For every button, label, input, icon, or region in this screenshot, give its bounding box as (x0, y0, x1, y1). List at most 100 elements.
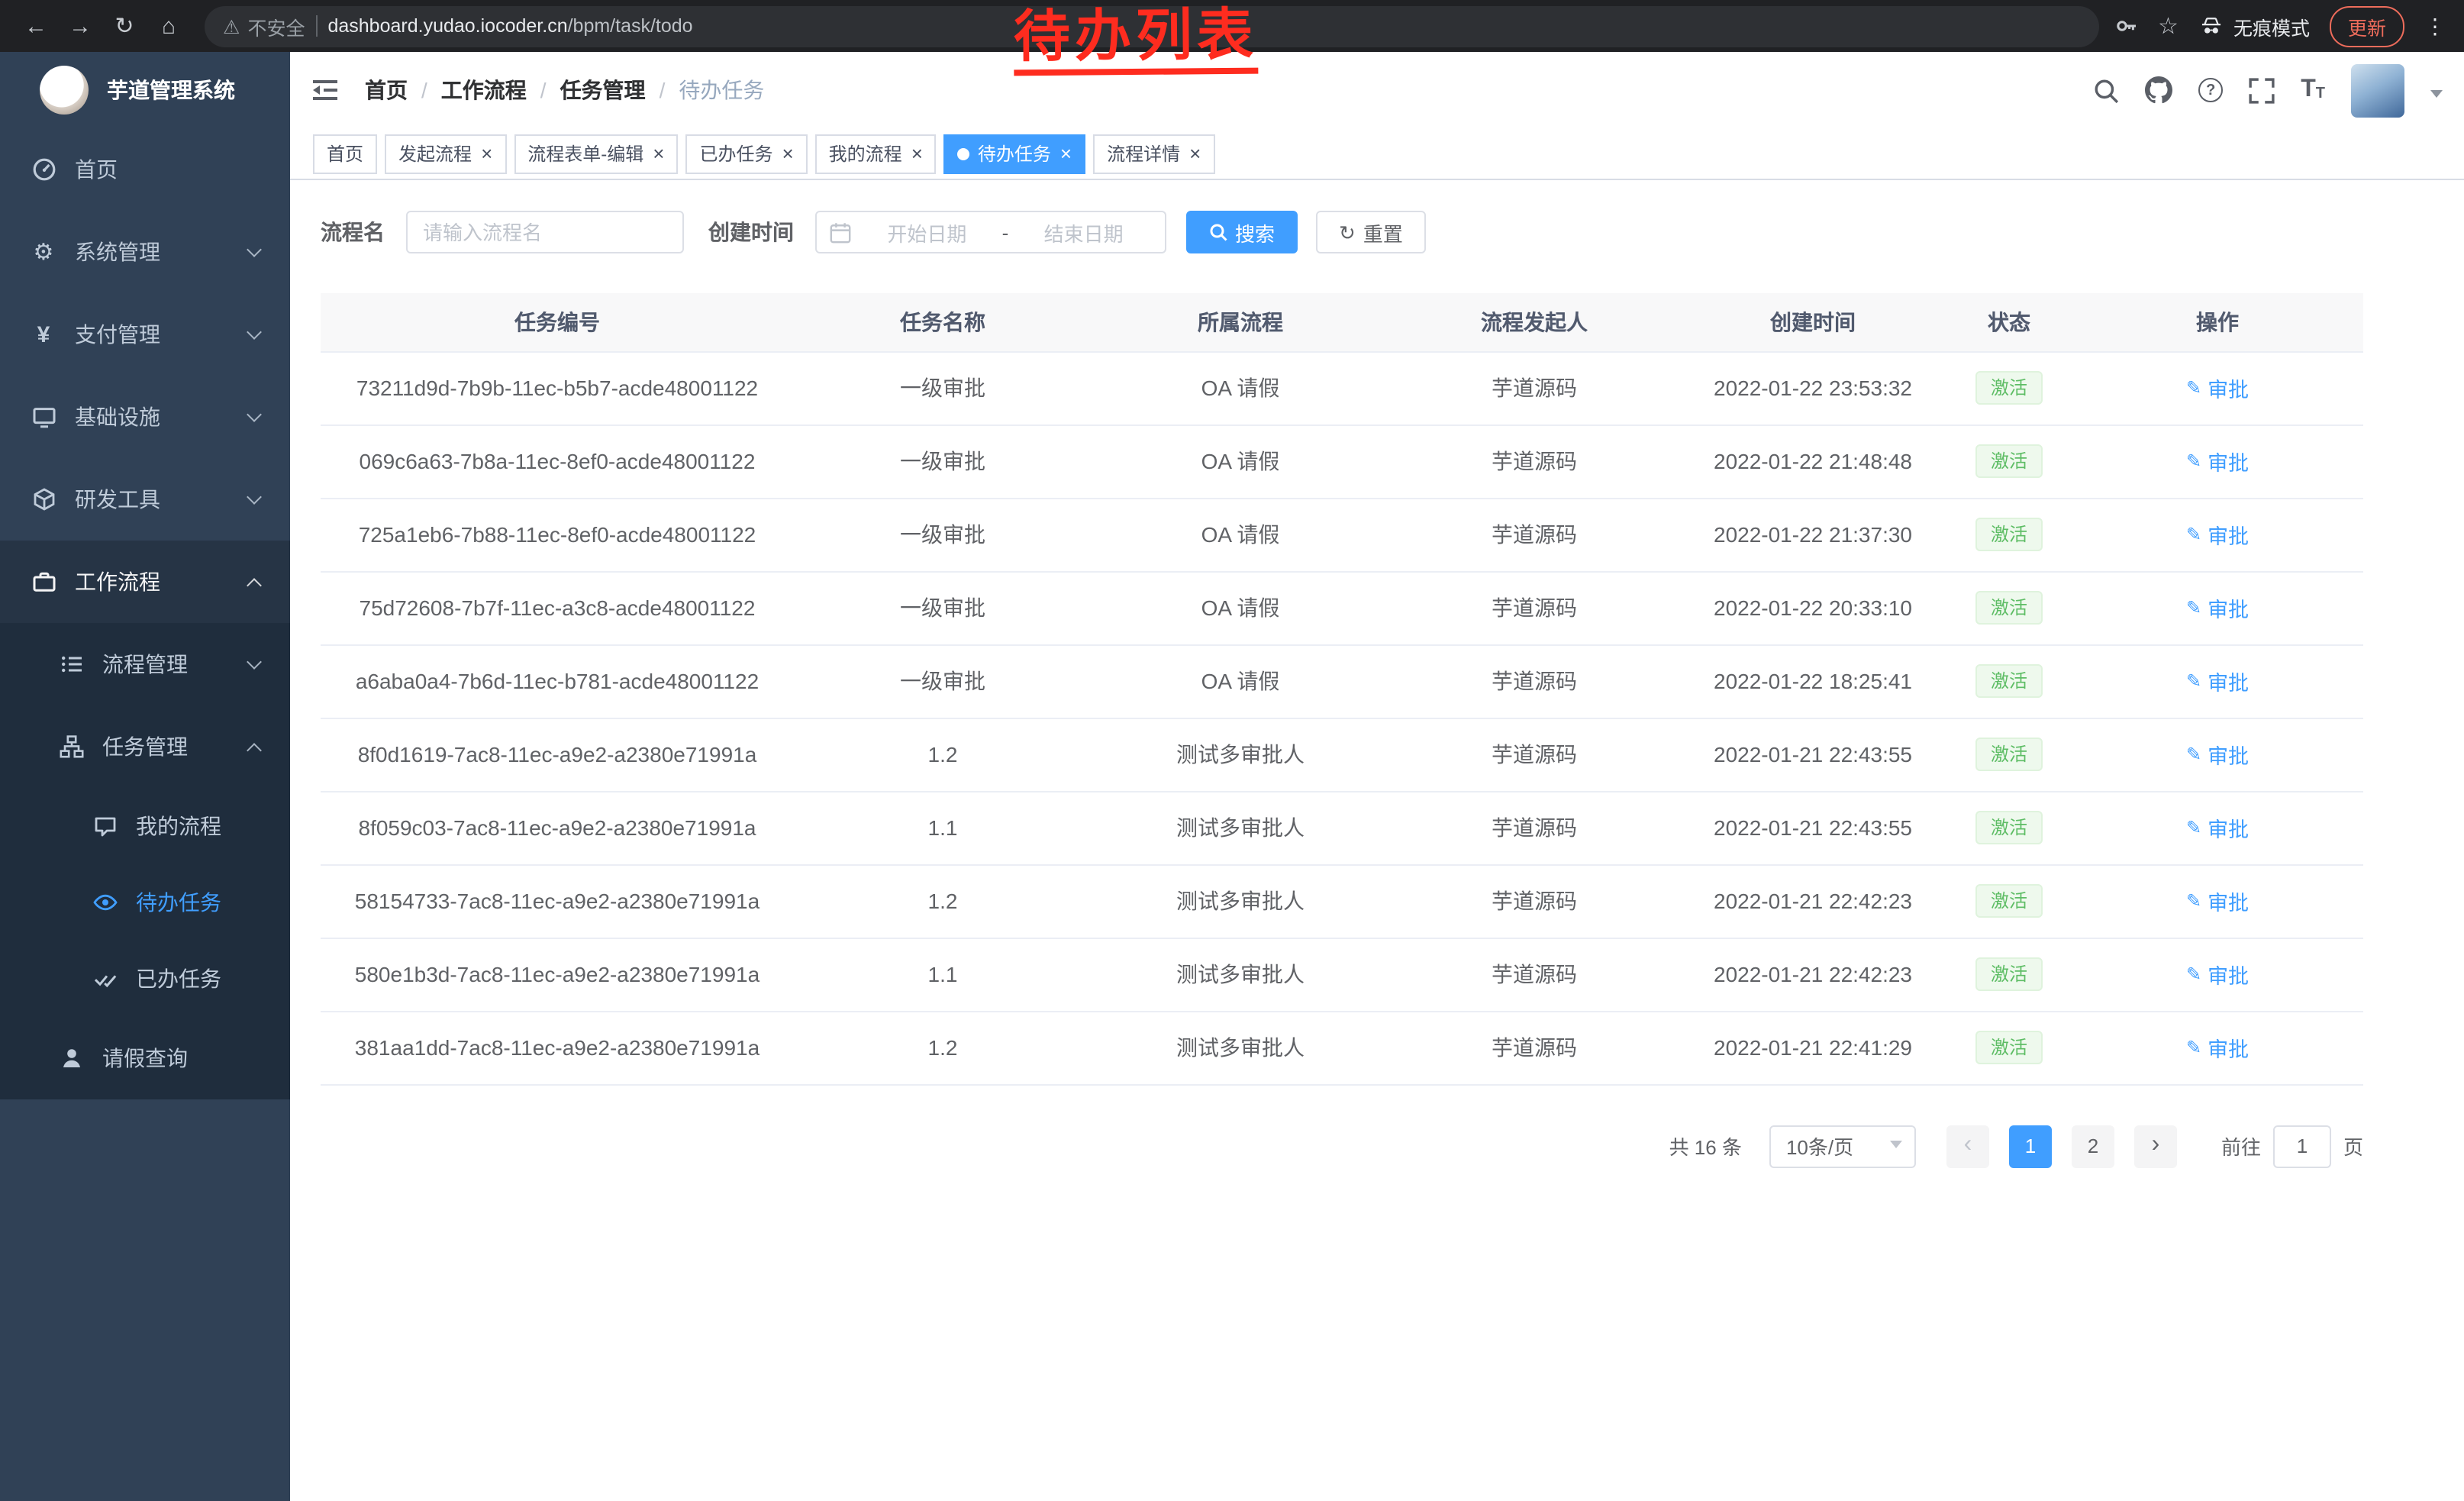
github-icon[interactable] (2145, 76, 2172, 104)
breadcrumb: 首页 / 工作流程 / 任务管理 / 待办任务 (365, 75, 764, 105)
table-row: a6aba0a4-7b6d-11ec-b781-acde48001122一级审批… (321, 644, 2363, 718)
approve-button[interactable]: ✎审批 (2186, 446, 2249, 476)
breadcrumb-home[interactable]: 首页 (365, 75, 408, 105)
tab-process-detail[interactable]: 流程详情× (1093, 134, 1214, 173)
date-start-placeholder[interactable]: 开始日期 (858, 218, 996, 247)
initiator-cell: 芋道源码 (1389, 864, 1679, 938)
sidebar-item-my-process[interactable]: 我的流程 (0, 788, 290, 864)
tab-home[interactable]: 首页 (313, 134, 377, 173)
date-end-placeholder[interactable]: 结束日期 (1014, 218, 1153, 247)
create-time-range-picker[interactable]: 开始日期 - 结束日期 (815, 211, 1166, 253)
goto-page-input[interactable] (2273, 1125, 2331, 1167)
sidebar-item-payment[interactable]: ¥ 支付管理 (0, 293, 290, 376)
sidebar-item-leave-query[interactable]: 请假查询 (0, 1017, 290, 1099)
close-icon[interactable]: × (911, 144, 923, 163)
sidebar-item-task-mgmt[interactable]: 任务管理 (0, 705, 290, 788)
cube-icon (31, 486, 56, 512)
task-name-cell: 一级审批 (794, 644, 1092, 718)
breadcrumb-separator: / (660, 78, 666, 102)
process-cell: 测试多审批人 (1092, 1011, 1389, 1084)
app-logo-row: 芋道管理系统 (0, 52, 290, 128)
col-task-name: 任务名称 (794, 293, 1092, 351)
close-icon[interactable]: × (481, 144, 492, 163)
search-icon[interactable] (2093, 77, 2119, 103)
browser-menu-icon[interactable]: ⋮ (2424, 13, 2446, 39)
sidebar-item-label: 已办任务 (136, 964, 221, 994)
create-time-cell: 2022-01-22 23:53:32 (1679, 351, 1946, 424)
page-size-select[interactable]: 10条/页 (1769, 1125, 1916, 1167)
status-cell: 激活 (1946, 644, 2072, 718)
create-time-cell: 2022-01-21 22:41:29 (1679, 1011, 1946, 1084)
sidebar-item-todo-tasks[interactable]: 待办任务 (0, 864, 290, 941)
sidebar-item-home[interactable]: 首页 (0, 128, 290, 211)
sidebar-item-dev-tools[interactable]: 研发工具 (0, 458, 290, 541)
sidebar-item-label: 工作流程 (75, 567, 160, 597)
browser-forward-button[interactable]: → (60, 5, 101, 47)
sidebar-item-process-mgmt[interactable]: 流程管理 (0, 623, 290, 705)
browser-home-button[interactable]: ⌂ (148, 5, 189, 47)
approve-button[interactable]: ✎审批 (2186, 886, 2249, 916)
sidebar-item-workflow[interactable]: 工作流程 (0, 541, 290, 623)
approve-button[interactable]: ✎审批 (2186, 519, 2249, 550)
sidebar-item-infrastructure[interactable]: 基础设施 (0, 376, 290, 458)
prev-page-button[interactable]: ‹ (1946, 1125, 1989, 1167)
task-name-cell: 一级审批 (794, 351, 1092, 424)
task-name-cell: 一级审批 (794, 498, 1092, 571)
approve-button[interactable]: ✎审批 (2186, 666, 2249, 696)
create-time-cell: 2022-01-21 22:42:23 (1679, 938, 1946, 1011)
help-icon[interactable]: ? (2198, 78, 2223, 102)
security-chip[interactable]: ⚠ 不安全 (223, 11, 305, 40)
pagination-total: 共 16 条 (1669, 1131, 1742, 1160)
initiator-cell: 芋道源码 (1389, 498, 1679, 571)
tab-done-tasks[interactable]: 已办任务× (685, 134, 807, 173)
approve-button[interactable]: ✎审批 (2186, 373, 2249, 403)
tab-launch-process[interactable]: 发起流程× (385, 134, 506, 173)
tab-label: 待办任务 (978, 140, 1051, 166)
sidebar-fold-icon[interactable] (310, 75, 340, 105)
process-cell: OA 请假 (1092, 644, 1389, 718)
approve-button[interactable]: ✎审批 (2186, 1032, 2249, 1063)
approve-button[interactable]: ✎审批 (2186, 592, 2249, 623)
tab-todo-tasks[interactable]: 待办任务 × (944, 134, 1085, 173)
close-icon[interactable]: × (1189, 144, 1201, 163)
approve-button[interactable]: ✎审批 (2186, 812, 2249, 843)
browser-reload-button[interactable]: ↻ (104, 5, 145, 47)
browser-back-button[interactable]: ← (15, 5, 56, 47)
update-button[interactable]: 更新 (2330, 5, 2404, 47)
fullscreen-icon[interactable] (2249, 77, 2275, 103)
page-button-2[interactable]: 2 (2072, 1125, 2114, 1167)
breadcrumb-task-mgmt[interactable]: 任务管理 (560, 75, 646, 105)
key-icon[interactable] (2114, 14, 2138, 38)
process-cell: OA 请假 (1092, 424, 1389, 498)
close-icon[interactable]: × (1060, 144, 1072, 163)
table-row: 580e1b3d-7ac8-11ec-a9e2-a2380e71991a1.1测… (321, 938, 2363, 1011)
breadcrumb-workflow[interactable]: 工作流程 (441, 75, 527, 105)
approve-button[interactable]: ✎审批 (2186, 739, 2249, 770)
action-cell: ✎审批 (2072, 351, 2363, 424)
sidebar-item-label: 任务管理 (102, 731, 188, 762)
page-button-1[interactable]: 1 (2009, 1125, 2052, 1167)
reset-button[interactable]: ↻ 重置 (1316, 211, 1426, 253)
sidebar-item-done-tasks[interactable]: 已办任务 (0, 941, 290, 1017)
task-id-cell: 75d72608-7b7f-11ec-a3c8-acde48001122 (321, 571, 794, 644)
url-text: dashboard.yudao.iocoder.cn/bpm/task/todo (327, 15, 692, 37)
search-button[interactable]: 搜索 (1186, 211, 1298, 253)
font-size-icon[interactable]: TT (2301, 78, 2325, 102)
sidebar-item-label: 待办任务 (136, 887, 221, 918)
process-name-input[interactable] (406, 211, 684, 253)
task-name-cell: 1.2 (794, 718, 1092, 791)
task-name-cell: 一级审批 (794, 571, 1092, 644)
create-time-cell: 2022-01-21 22:43:55 (1679, 718, 1946, 791)
tab-my-process[interactable]: 我的流程× (815, 134, 937, 173)
create-time-cell: 2022-01-21 22:43:55 (1679, 791, 1946, 864)
tab-process-form-edit[interactable]: 流程表单-编辑× (514, 134, 678, 173)
avatar[interactable] (2351, 63, 2404, 117)
close-icon[interactable]: × (653, 144, 664, 163)
close-icon[interactable]: × (782, 144, 793, 163)
approve-button[interactable]: ✎审批 (2186, 959, 2249, 989)
process-cell: 测试多审批人 (1092, 938, 1389, 1011)
next-page-button[interactable]: › (2134, 1125, 2177, 1167)
sidebar-item-system[interactable]: ⚙ 系统管理 (0, 211, 290, 293)
initiator-cell: 芋道源码 (1389, 1011, 1679, 1084)
bookmark-star-icon[interactable]: ☆ (2158, 12, 2179, 40)
